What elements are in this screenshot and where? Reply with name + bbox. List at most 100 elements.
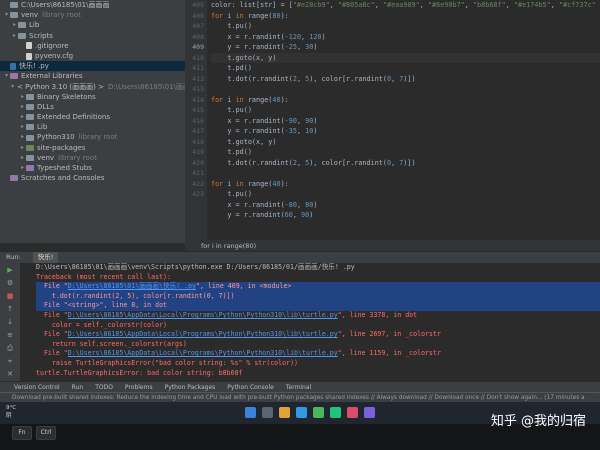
collapse-arrow-icon[interactable]: ▸ (11, 31, 18, 41)
app-icon[interactable] (347, 407, 358, 418)
code-line[interactable]: color: list[str] = ["#e28cb9", "#805a8c"… (211, 0, 600, 11)
code-line[interactable]: for i in range(40): (211, 95, 600, 106)
collapse-arrow-icon[interactable]: ▸ (19, 132, 26, 142)
console-text: File " (36, 349, 68, 358)
code-token: , (301, 32, 310, 41)
tree-item[interactable]: .gitignore (0, 41, 185, 51)
tree-item[interactable]: ▾ < Python 3.10 (画画画) > D:\Users\86185\01\… (0, 82, 185, 92)
code-line[interactable]: y = r.randint(-25, 30) (211, 42, 600, 53)
code-line[interactable]: t.dot(r.randint(2, 5), color[r.randint(0… (211, 74, 600, 85)
stop-icon[interactable]: ■ (3, 291, 17, 302)
scroll-down-icon[interactable]: ↓ (3, 317, 17, 328)
code-line[interactable]: x = r.randint(-80, 80) (211, 200, 600, 211)
code-line[interactable]: t.pu() (211, 189, 600, 200)
soft-wrap-icon[interactable]: ≡ (3, 330, 17, 341)
print-icon[interactable]: ⎙ (3, 343, 17, 354)
tree-item[interactable]: ▸ Scripts (0, 31, 185, 41)
code-line[interactable]: for i in range(80): (211, 11, 600, 22)
trash-icon[interactable]: ✕ (3, 369, 17, 380)
edge-icon[interactable] (296, 407, 307, 418)
tool-tab[interactable]: Terminal (286, 384, 311, 391)
code-line[interactable] (211, 168, 600, 179)
code-token: )]) (403, 74, 416, 83)
code-line[interactable]: y = r.randint(-35, 10) (211, 126, 600, 137)
rerun-icon[interactable]: ▶ (3, 265, 17, 276)
file-link[interactable]: D:\Users\86185\AppData\Local\Programs\Py… (68, 330, 338, 338)
tree-item[interactable]: ▸ Typeshed Stubs (0, 163, 185, 173)
code-line[interactable]: y = r.randint(60, 90) (211, 210, 600, 221)
editor-breadcrumb[interactable]: for i in range(80) (185, 240, 600, 251)
collapse-arrow-icon[interactable]: ▸ (19, 143, 26, 153)
file-explorer-icon[interactable] (279, 407, 290, 418)
code-token: "#805a8c" (337, 1, 375, 9)
tree-item[interactable]: C:\Users\86185\01\画画画 (0, 0, 185, 10)
code-line[interactable]: t.pd() (211, 147, 600, 158)
expand-arrow-icon[interactable]: ▾ (3, 71, 10, 81)
code-line[interactable]: t.pd() (211, 63, 600, 74)
tool-tab[interactable]: Run (72, 384, 84, 391)
tree-item[interactable]: ▾ External Libraries (0, 71, 185, 81)
line-number: 411 (192, 64, 204, 72)
code-line[interactable]: x = r.randint(-120, 120) (211, 32, 600, 43)
app-icon[interactable] (313, 407, 324, 418)
run-config-tab[interactable]: 快乐! (32, 252, 59, 263)
line-number: 420 (192, 158, 204, 167)
code-line[interactable]: t.goto(x, y) (211, 137, 600, 148)
code-line[interactable]: for i in range(40): (211, 179, 600, 190)
tree-item[interactable]: Scratches and Consoles (0, 173, 185, 183)
tree-item[interactable]: ▸ Lib (0, 122, 185, 132)
file-link[interactable]: D:\Users\86185\01\画画画\快乐! .py (68, 282, 196, 290)
collapse-arrow-icon[interactable]: ▸ (19, 122, 26, 132)
collapse-arrow-icon[interactable]: ▸ (19, 102, 26, 112)
run-console[interactable]: D:\Users\86185\01\画画画\venv\Scripts\pytho… (20, 263, 600, 381)
expand-arrow-icon[interactable]: ▾ (3, 10, 10, 20)
tool-tab[interactable]: Problems (125, 384, 153, 391)
file-link[interactable]: D:\Users\86185\AppData\Local\Programs\Py… (68, 349, 338, 357)
tree-item[interactable]: pyvenv.cfg (0, 51, 185, 61)
collapse-arrow-icon[interactable]: ▸ (19, 92, 26, 102)
pycharm-icon[interactable] (330, 407, 341, 418)
start-icon[interactable] (245, 407, 256, 418)
tool-tab[interactable]: TODO (95, 384, 113, 391)
app-icon[interactable] (364, 407, 375, 418)
code-editor[interactable]: color: list[str] = ["#e28cb9", "#805a8c"… (207, 0, 600, 243)
code-token: ): (280, 95, 289, 104)
tree-item[interactable]: ▸ Binary Skeletons (0, 92, 185, 102)
line-number: 417 (192, 127, 204, 135)
status-message[interactable]: Download pre-built shared indexes: Reduc… (12, 395, 585, 401)
tree-item[interactable]: ▸ venv library root (0, 153, 185, 163)
code-line[interactable] (211, 84, 600, 95)
tool-tab[interactable]: Python Packages (165, 384, 216, 391)
collapse-arrow-icon[interactable]: ▸ (19, 153, 26, 163)
weather-widget[interactable]: 9°C 阴 (6, 404, 16, 420)
code-line[interactable]: t.pu() (211, 21, 600, 32)
console-text: File " (36, 310, 68, 319)
tree-item[interactable]: ▸ DLLs (0, 102, 185, 112)
tree-item[interactable]: ▸ site-packages (0, 143, 185, 153)
file-link[interactable]: D:\Users\86185\AppData\Local\Programs\Py… (68, 311, 338, 319)
code-token: y = r.randint( (211, 43, 285, 51)
tool-tab[interactable]: Python Console (227, 384, 274, 391)
scroll-up-icon[interactable]: ↑ (3, 304, 17, 315)
tree-item[interactable]: ▸ Lib (0, 20, 185, 30)
tree-item[interactable]: ▸ Extended Definitions (0, 112, 185, 122)
code-line[interactable]: t.goto(x, y) (211, 52, 600, 63)
expand-arrow-icon[interactable]: ▾ (11, 82, 14, 92)
tree-item[interactable]: 快乐! .py (0, 61, 185, 72)
line-number: 409 (192, 43, 204, 51)
collapse-arrow-icon[interactable]: ▸ (19, 163, 26, 173)
code-line[interactable]: t.pu() (211, 105, 600, 116)
code-token: , (550, 1, 559, 9)
search-icon[interactable] (262, 407, 273, 418)
collapse-arrow-icon[interactable]: ▸ (11, 20, 18, 30)
code-token: ) (313, 200, 318, 209)
code-line[interactable]: t.dot(r.randint(2, 5), color[r.randint(0… (211, 158, 600, 169)
pin-icon[interactable]: ⌖ (3, 356, 17, 367)
wrench-icon[interactable]: ⚙ (3, 278, 17, 289)
tool-tab[interactable]: Version Control (14, 384, 60, 391)
tree-item[interactable]: ▸ Python310 library root (0, 132, 185, 142)
collapse-arrow-icon[interactable]: ▸ (19, 112, 26, 122)
project-tree[interactable]: C:\Users\86185\01\画画画 ▾ venv library root ▸ L… (0, 0, 185, 243)
code-line[interactable]: x = r.randint(-90, 90) (211, 116, 600, 127)
tree-item[interactable]: ▾ venv library root (0, 10, 185, 20)
